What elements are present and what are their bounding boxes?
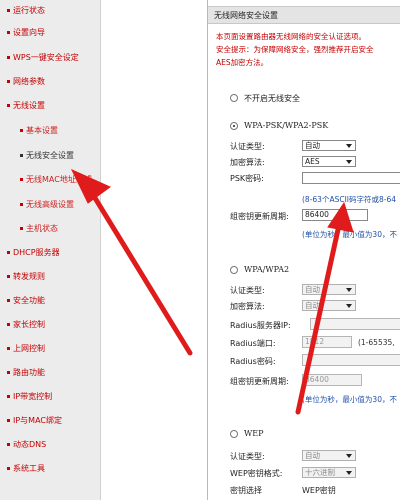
menu-item-network[interactable]: 网络参数 bbox=[0, 71, 101, 91]
bullet-icon bbox=[7, 103, 10, 107]
psk-enc-value: AES bbox=[305, 157, 320, 166]
radius-ip-input[interactable] bbox=[310, 318, 400, 330]
bullet-icon bbox=[20, 153, 23, 157]
bullet-icon bbox=[7, 322, 10, 326]
wpa-enc-select[interactable]: 自动 bbox=[302, 300, 356, 311]
bullet-icon bbox=[20, 202, 23, 206]
panel-header: 无线网络安全设置 bbox=[208, 6, 400, 24]
wep-key-label: WEP密钥 bbox=[302, 486, 336, 495]
radio-no-security[interactable] bbox=[230, 94, 238, 102]
menu-item-wireless-security[interactable]: 无线安全设置 bbox=[0, 145, 101, 165]
bullet-icon bbox=[7, 466, 10, 470]
bullet-icon bbox=[7, 79, 10, 83]
wep-auth-label: 认证类型: bbox=[230, 452, 265, 461]
radius-ip-label: Radius服务器IP: bbox=[230, 321, 291, 330]
option-wpa-label: WPA/WPA2 bbox=[244, 265, 290, 274]
option-wep-label: WEP bbox=[244, 429, 264, 438]
bullet-icon bbox=[7, 370, 10, 374]
menu-item-system-tools[interactable]: 系统工具 bbox=[0, 458, 101, 478]
radio-wpa-psk[interactable] bbox=[230, 122, 238, 130]
bullet-icon bbox=[7, 298, 10, 302]
menu-item-host-status[interactable]: 主机状态 bbox=[0, 218, 101, 238]
menu-item-ddns[interactable]: 动态DNS bbox=[0, 434, 101, 454]
wpa-renew-hint: (单位为秒，最小值为30，不 bbox=[302, 395, 397, 404]
bullet-icon bbox=[7, 346, 10, 350]
option-wpa-psk-label: WPA-PSK/WPA2-PSK bbox=[244, 121, 329, 130]
wep-auth-select[interactable]: 自动 bbox=[302, 450, 356, 461]
intro-line-1: 本页面设置路由器无线网络的安全认证选项。 bbox=[216, 32, 366, 41]
wep-auth-value: 自动 bbox=[305, 451, 320, 460]
wpa-renew-label: 组密钥更新周期: bbox=[230, 377, 289, 386]
wpa-auth-label: 认证类型: bbox=[230, 286, 265, 295]
wpa-renew-input[interactable]: 86400 bbox=[302, 374, 362, 386]
sidebar-menu: 运行状态 设置向导 WPS一键安全设定 网络参数 无线设置 基本设置 无线安全设… bbox=[0, 0, 101, 500]
bullet-icon bbox=[20, 177, 23, 181]
menu-item-security[interactable]: 安全功能 bbox=[0, 290, 101, 310]
security-settings-panel: 无线网络安全设置 本页面设置路由器无线网络的安全认证选项。 安全提示：为保障网络… bbox=[207, 0, 400, 500]
menu-item-wireless[interactable]: 无线设置 bbox=[0, 95, 101, 115]
bullet-icon bbox=[7, 250, 10, 254]
psk-auth-value: 自动 bbox=[305, 141, 320, 150]
bullet-icon bbox=[7, 418, 10, 422]
menu-item-status[interactable]: 运行状态 bbox=[0, 0, 101, 20]
radio-wep[interactable] bbox=[230, 430, 238, 438]
menu-item-ip-mac-binding[interactable]: IP与MAC绑定 bbox=[0, 410, 101, 430]
wpa-enc-value: 自动 bbox=[305, 301, 320, 310]
radio-wpa[interactable] bbox=[230, 266, 238, 274]
option-no-security-label: 不开启无线安全 bbox=[244, 94, 300, 103]
wep-format-value: 十六进制 bbox=[305, 468, 335, 477]
arrow-to-mac-filter-shaft bbox=[92, 195, 193, 356]
wep-key-select-label: 密钥选择 bbox=[230, 486, 262, 495]
wep-format-select[interactable]: 十六进制 bbox=[302, 467, 356, 478]
bullet-icon bbox=[7, 442, 10, 446]
menu-item-mac-filter[interactable]: 无线MAC地址过滤 bbox=[0, 169, 101, 189]
radius-password-input[interactable] bbox=[302, 354, 400, 366]
radius-port-hint: (1-65535, bbox=[358, 338, 395, 347]
psk-renew-label: 组密钥更新周期: bbox=[230, 212, 289, 221]
psk-renew-hint: (单位为秒，最小值为30，不 bbox=[302, 230, 397, 239]
psk-password-input[interactable] bbox=[302, 172, 400, 184]
psk-auth-select[interactable]: 自动 bbox=[302, 140, 356, 151]
radius-password-label: Radius密码: bbox=[230, 357, 276, 366]
psk-password-label: PSK密码: bbox=[230, 174, 264, 183]
psk-enc-label: 加密算法: bbox=[230, 158, 265, 167]
bullet-icon bbox=[7, 30, 10, 34]
wep-format-label: WEP密钥格式: bbox=[230, 469, 283, 478]
bullet-icon bbox=[7, 55, 10, 59]
menu-item-basic-settings[interactable]: 基本设置 bbox=[0, 120, 101, 140]
panel-title: 无线网络安全设置 bbox=[214, 10, 278, 20]
menu-item-advanced[interactable]: 无线高级设置 bbox=[0, 194, 101, 214]
menu-item-wps[interactable]: WPS一键安全设定 bbox=[0, 47, 101, 67]
bullet-icon bbox=[20, 128, 23, 132]
psk-enc-select[interactable]: AES bbox=[302, 156, 356, 167]
wpa-auth-select[interactable]: 自动 bbox=[302, 284, 356, 295]
bullet-icon bbox=[20, 226, 23, 230]
psk-renew-input[interactable]: 86400 bbox=[302, 209, 368, 221]
radius-port-input[interactable]: 1812 bbox=[302, 336, 352, 348]
wpa-enc-label: 加密算法: bbox=[230, 302, 265, 311]
intro-line-3: AES加密方法。 bbox=[216, 58, 269, 67]
menu-item-access-control[interactable]: 上网控制 bbox=[0, 338, 101, 358]
bullet-icon bbox=[7, 274, 10, 278]
intro-line-2: 安全提示：为保障网络安全，强烈推荐开启安全 bbox=[216, 45, 374, 54]
menu-item-dhcp[interactable]: DHCP服务器 bbox=[0, 242, 101, 262]
psk-password-hint: (8-63个ASCII码字符或8-64 bbox=[302, 195, 397, 204]
menu-item-parental[interactable]: 家长控制 bbox=[0, 314, 101, 334]
bullet-icon bbox=[7, 8, 10, 12]
menu-item-routing[interactable]: 路由功能 bbox=[0, 362, 101, 382]
psk-auth-label: 认证类型: bbox=[230, 142, 265, 151]
menu-item-bandwidth[interactable]: IP带宽控制 bbox=[0, 386, 101, 406]
menu-item-wizard[interactable]: 设置向导 bbox=[0, 22, 101, 42]
wpa-auth-value: 自动 bbox=[305, 285, 320, 294]
bullet-icon bbox=[7, 394, 10, 398]
radius-port-label: Radius端口: bbox=[230, 339, 276, 348]
menu-item-forwarding[interactable]: 转发规则 bbox=[0, 266, 101, 286]
